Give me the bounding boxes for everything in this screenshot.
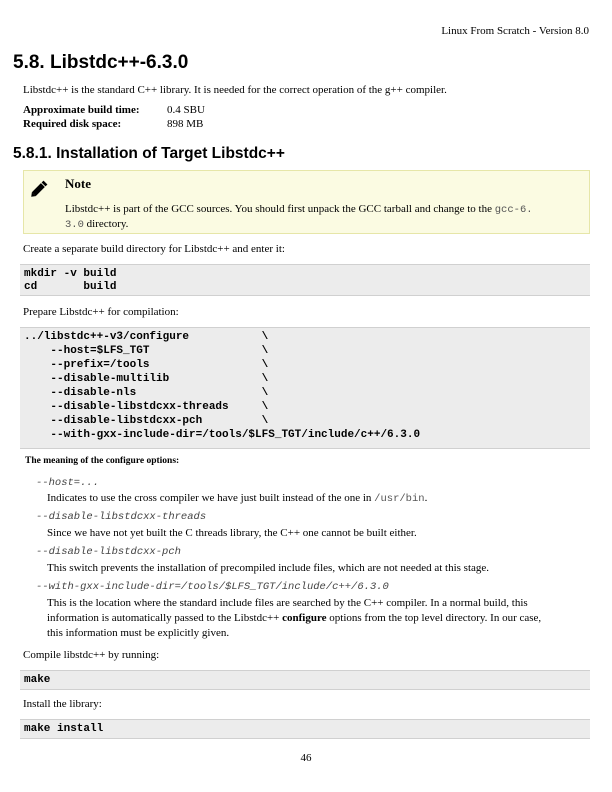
pencil-icon <box>31 180 48 197</box>
section-intro: Libstdc++ is the standard C++ library. I… <box>23 84 447 96</box>
option-term-pch: --disable-libstdcxx-pch <box>36 546 181 558</box>
section-title: 5.8. Libstdc++-6.3.0 <box>13 52 189 73</box>
build-time-label: Approximate build time: <box>23 104 140 116</box>
note-text: Libstdc++ is part of the GCC sources. Yo… <box>65 202 587 232</box>
note-code-gcc: gcc-6. <box>494 204 533 216</box>
running-header: Linux From Scratch - Version 8.0 <box>441 25 589 37</box>
note-code-version: 3.0 <box>65 219 84 231</box>
configure-command: configure <box>282 612 327 624</box>
option-desc-line: this information must be explicitly give… <box>47 627 230 639</box>
option-desc-text: options from the top level directory. In… <box>326 612 542 624</box>
prepare-text: Prepare Libstdc++ for compilation: <box>23 306 179 318</box>
code-line: mkdir -v build <box>24 268 117 280</box>
code-line: make <box>24 674 51 686</box>
create-dir-code-block: mkdir -v build cd build <box>20 264 590 296</box>
build-time-value: 0.4 SBU <box>167 104 205 116</box>
compile-text: Compile libstdc++ by running: <box>23 649 160 661</box>
option-desc-threads: Since we have not yet built the C thread… <box>47 527 417 539</box>
code-line: make install <box>24 723 104 735</box>
option-term-host: --host=... <box>36 477 100 489</box>
usr-bin-path: /usr/bin <box>374 493 425 505</box>
option-desc-text: Indicates to use the cross compiler we h… <box>47 492 375 504</box>
page-number: 46 <box>300 752 312 764</box>
note-box: Note Libstdc++ is part of the GCC source… <box>23 170 590 234</box>
note-text-before: Libstdc++ is part of the GCC sources. Yo… <box>65 203 495 215</box>
option-desc-line: This is the location where the standard … <box>47 597 528 609</box>
option-desc-host: Indicates to use the cross compiler we h… <box>47 491 590 507</box>
create-dir-text: Create a separate build directory for Li… <box>23 243 285 255</box>
subsection-title: 5.8.1. Installation of Target Libstdc++ <box>13 145 285 162</box>
code-line: --disable-multilib \ <box>24 373 269 385</box>
code-line: cd build <box>24 281 117 293</box>
configure-code-block: ../libstdc++-v3/configure \ --host=$LFS_… <box>20 327 590 449</box>
build-time-row: Approximate build time: 0.4 SBU <box>23 103 205 117</box>
disk-space-value: 898 MB <box>167 118 204 130</box>
option-term-threads: --disable-libstdcxx-threads <box>36 511 207 523</box>
code-line: --disable-libstdcxx-threads \ <box>24 401 269 413</box>
code-line: --disable-libstdcxx-pch \ <box>24 415 269 427</box>
option-desc-text: information is automatically passed to t… <box>47 612 283 624</box>
option-desc-pch: This switch prevents the installation of… <box>47 562 490 574</box>
option-desc-line: information is automatically passed to t… <box>47 611 590 626</box>
make-code-block: make <box>20 670 590 690</box>
note-title: Note <box>65 176 91 191</box>
disk-space-row: Required disk space: 898 MB <box>23 117 205 131</box>
build-info-table: Approximate build time: 0.4 SBU Required… <box>23 103 205 131</box>
disk-space-label: Required disk space: <box>23 118 122 130</box>
option-term-include-dir: --with-gxx-include-dir=/tools/$LFS_TGT/i… <box>36 581 389 593</box>
code-line: ../libstdc++-v3/configure \ <box>24 331 269 343</box>
option-desc-end: . <box>424 492 428 504</box>
options-heading: The meaning of the configure options: <box>25 456 180 466</box>
note-text-after: directory. <box>83 218 129 230</box>
code-line: --host=$LFS_TGT \ <box>24 345 269 357</box>
document-page: Linux From Scratch - Version 8.0 5.8. Li… <box>0 0 612 792</box>
make-install-code-block: make install <box>20 719 590 739</box>
option-desc-include-dir: This is the location where the standard … <box>47 596 590 641</box>
install-text: Install the library: <box>23 698 102 710</box>
code-line: --with-gxx-include-dir=/tools/$LFS_TGT/i… <box>24 429 421 441</box>
code-line: --prefix=/tools \ <box>24 359 269 371</box>
code-line: --disable-nls \ <box>24 387 269 399</box>
